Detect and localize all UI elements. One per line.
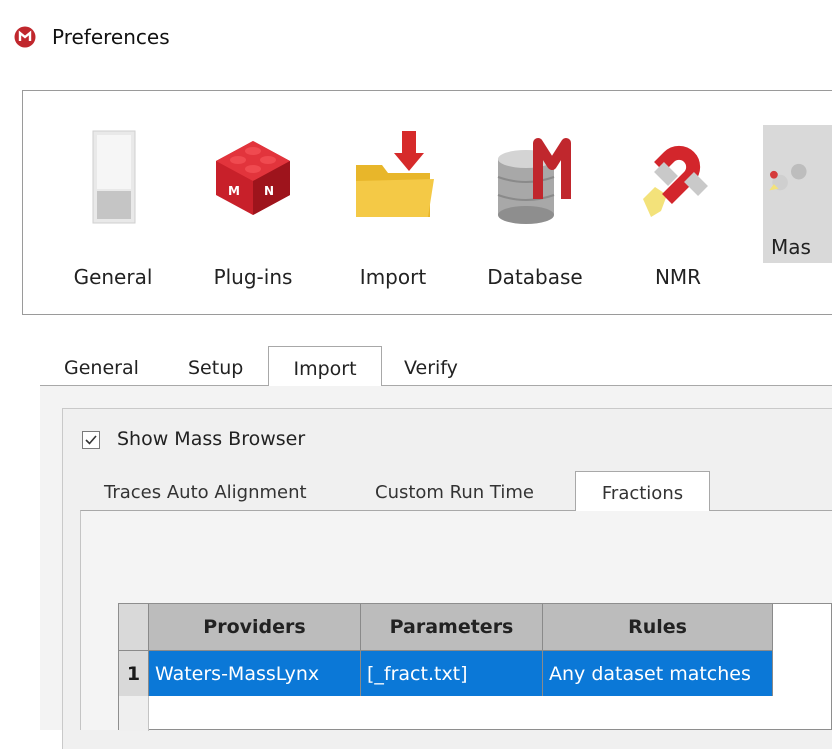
toolbar-item-import[interactable]: Import — [333, 121, 453, 289]
row-number[interactable]: 1 — [119, 650, 149, 696]
switch-icon — [92, 130, 136, 224]
tab-fractions[interactable]: Fractions — [575, 471, 710, 511]
show-mass-browser-checkbox[interactable] — [82, 431, 100, 449]
table-corner — [119, 604, 149, 650]
toolbar-label-nmr: NMR — [654, 265, 702, 289]
toolbar-label-database: Database — [487, 265, 583, 289]
app-logo-icon — [14, 26, 36, 48]
lego-brick-icon: M N — [216, 141, 290, 215]
cell-rules[interactable]: Any dataset matches — [543, 650, 773, 696]
mass-molecule-icon — [769, 163, 807, 202]
svg-text:M: M — [228, 184, 240, 198]
magnet-icon — [643, 145, 708, 217]
toolbar-label-mass: Mas — [771, 235, 811, 259]
window-title: Preferences — [52, 25, 170, 49]
tab-general[interactable]: General — [64, 346, 139, 386]
toolbar-label-plug-ins: Plug-ins — [213, 265, 293, 289]
column-header-rules[interactable]: Rules — [543, 604, 773, 650]
main-tab-bar: General Setup Import Verify — [0, 346, 832, 386]
show-mass-browser-label[interactable]: Show Mass Browser — [117, 428, 305, 450]
toolbar-item-nmr[interactable]: NMR — [618, 121, 738, 289]
column-header-providers[interactable]: Providers — [149, 604, 361, 650]
import-folder-icon — [356, 131, 434, 217]
toolbar-label-import: Import — [359, 265, 427, 289]
tab-verify[interactable]: Verify — [404, 346, 458, 386]
cell-provider[interactable]: Waters-MassLynx — [149, 650, 361, 696]
category-toolbar: General M N Plug-ins Import Database NMR… — [22, 90, 832, 315]
database-icon — [497, 138, 571, 224]
svg-text:N: N — [264, 184, 274, 198]
toolbar-label-general: General — [73, 265, 153, 289]
tab-custom-run-time[interactable]: Custom Run Time — [375, 471, 534, 511]
tab-import[interactable]: Import — [268, 346, 382, 386]
column-header-parameters[interactable]: Parameters — [361, 604, 543, 650]
row-header-empty — [119, 696, 149, 731]
toolbar-item-plug-ins[interactable]: M N Plug-ins — [193, 121, 313, 289]
sub-tab-bar: Traces Auto Alignment Custom Run Time Fr… — [0, 471, 832, 511]
toolbar-item-database[interactable]: Database — [475, 121, 595, 289]
cell-parameters[interactable]: [_fract.txt] — [361, 650, 543, 696]
tab-traces-auto-alignment[interactable]: Traces Auto Alignment — [104, 471, 307, 511]
toolbar-item-general[interactable]: General — [53, 121, 173, 289]
fractions-table: Providers Parameters Rules 1 Waters-Mass… — [118, 603, 832, 731]
checkmark-icon — [85, 435, 97, 445]
title-bar: Preferences — [0, 0, 832, 78]
toolbar-item-mass[interactable]: Mas — [763, 125, 832, 263]
tab-setup[interactable]: Setup — [188, 346, 243, 386]
